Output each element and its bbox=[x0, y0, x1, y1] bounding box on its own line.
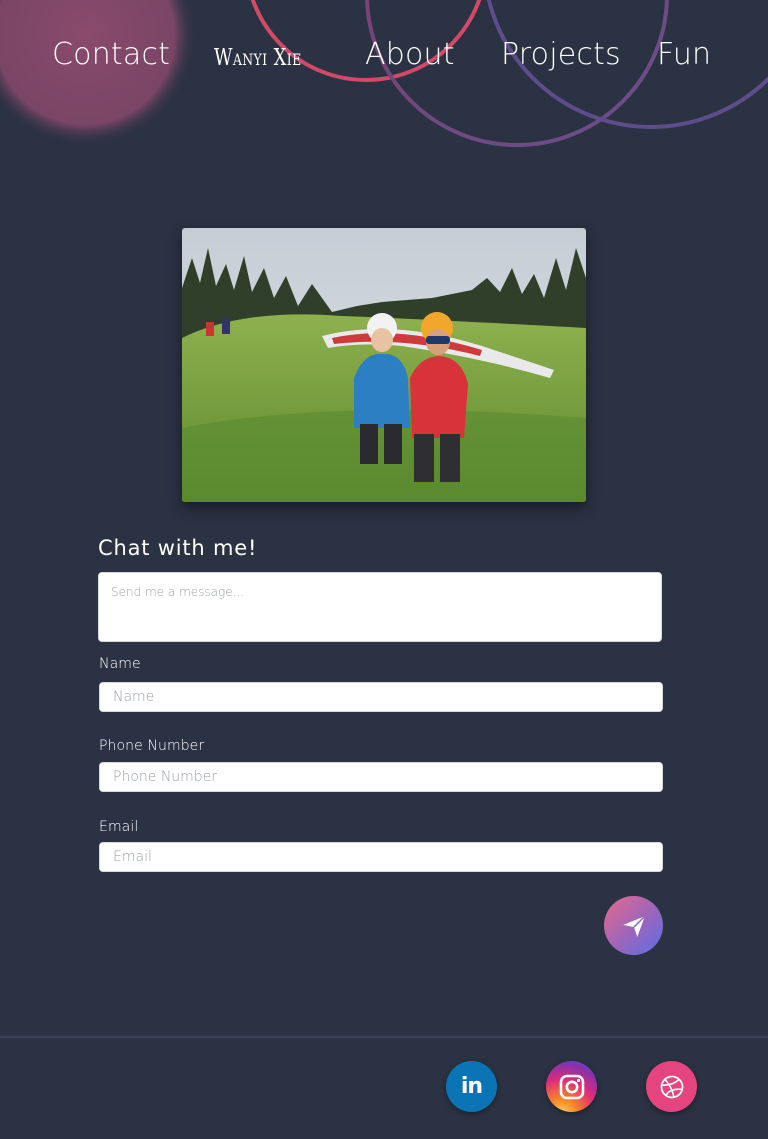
send-button[interactable] bbox=[604, 896, 663, 955]
nav-contact[interactable]: Contact bbox=[52, 34, 170, 76]
linkedin-link[interactable]: in bbox=[446, 1061, 497, 1112]
footer-divider bbox=[0, 1036, 768, 1038]
email-label: Email bbox=[99, 819, 139, 835]
chat-title: Chat with me! bbox=[98, 536, 258, 560]
top-nav: Contact Wanyi Xie About Projects Fun bbox=[0, 0, 768, 110]
nav-brand[interactable]: Wanyi Xie bbox=[214, 37, 302, 79]
nav-about[interactable]: About bbox=[365, 34, 455, 76]
nav-fun[interactable]: Fun bbox=[657, 34, 711, 76]
email-input[interactable] bbox=[99, 842, 663, 872]
instagram-icon bbox=[559, 1074, 584, 1099]
dribbble-link[interactable] bbox=[646, 1061, 697, 1112]
paragliding-photo bbox=[182, 228, 586, 502]
name-label: Name bbox=[99, 656, 141, 672]
instagram-link[interactable] bbox=[546, 1061, 597, 1112]
name-input[interactable] bbox=[99, 682, 663, 712]
dribbble-icon bbox=[660, 1075, 683, 1098]
phone-input[interactable] bbox=[99, 762, 663, 792]
paper-plane-icon bbox=[622, 915, 645, 937]
nav-projects[interactable]: Projects bbox=[501, 34, 621, 76]
phone-label: Phone Number bbox=[99, 738, 205, 754]
linkedin-icon: in bbox=[460, 1074, 483, 1099]
message-textarea[interactable] bbox=[98, 572, 662, 642]
